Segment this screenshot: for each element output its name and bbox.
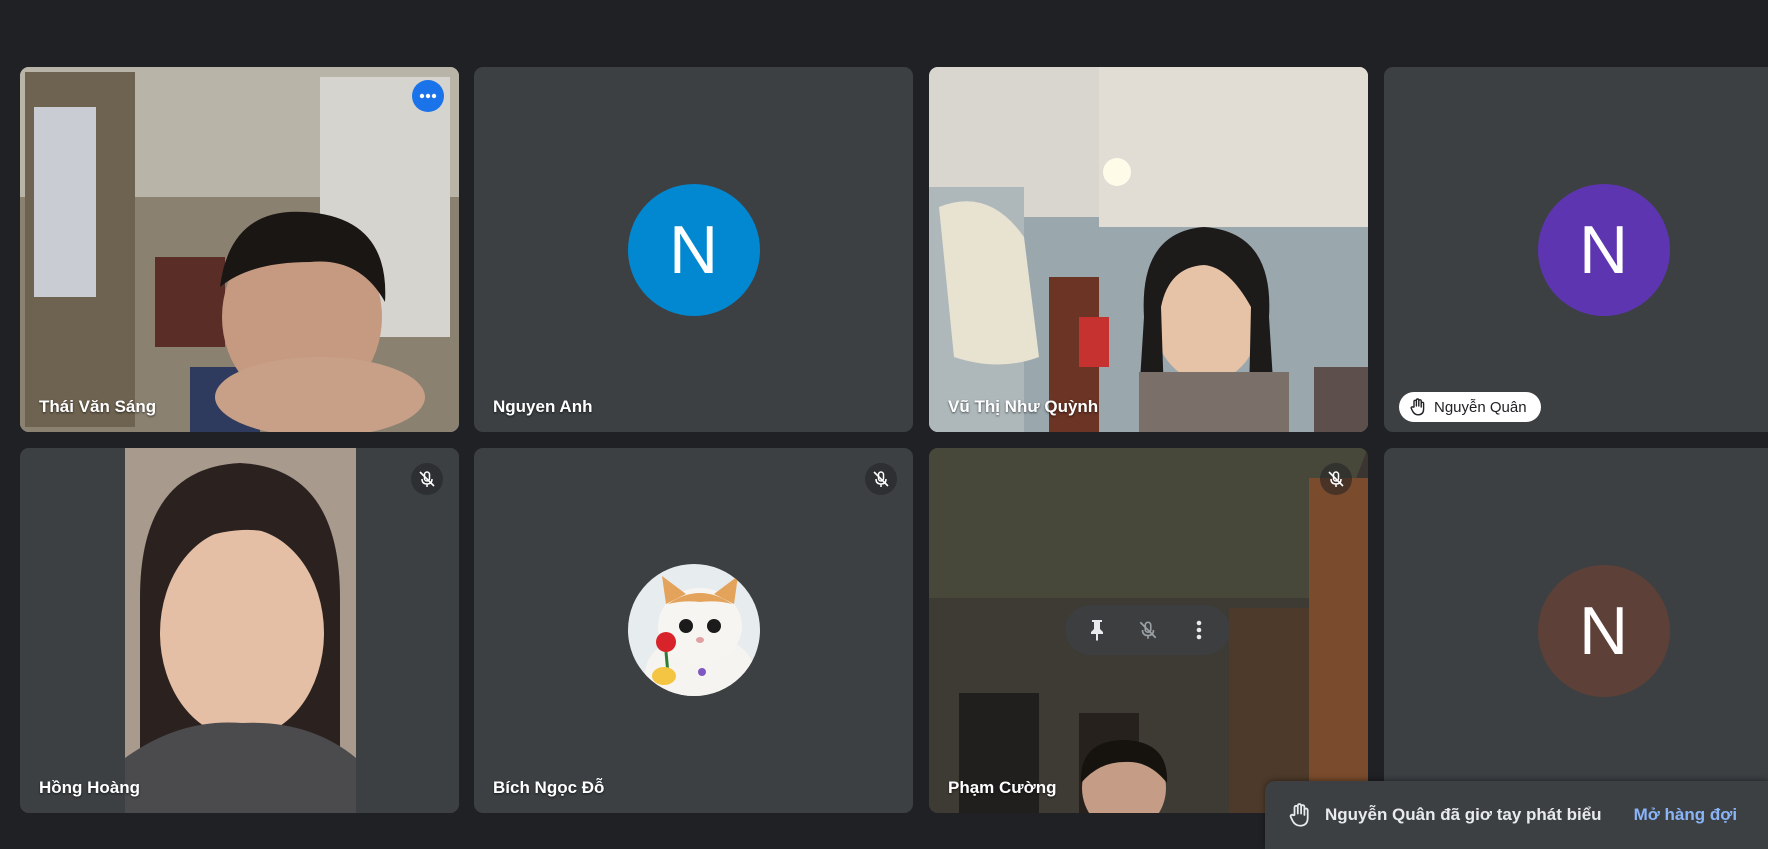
participant-tile-vu-thi-nhu-quynh[interactable]: Vũ Thị Như Quỳnh bbox=[929, 67, 1368, 432]
pin-icon bbox=[1090, 620, 1103, 641]
participant-name: Nguyễn Quân bbox=[1434, 398, 1527, 416]
participant-video bbox=[20, 448, 459, 813]
avatar: N bbox=[627, 183, 760, 316]
participant-name: Thái Văn Sáng bbox=[39, 397, 157, 416]
more-horiz-icon bbox=[419, 93, 437, 99]
participant-tile-nguyen-anh[interactable]: N Nguyen Anh bbox=[474, 67, 913, 432]
muted-indicator bbox=[1320, 463, 1352, 495]
hand-raise-notification: Nguyễn Quân đã giơ tay phát biểu Mở hàng… bbox=[1265, 781, 1768, 849]
participant-video bbox=[929, 67, 1368, 432]
avatar: N bbox=[1537, 183, 1670, 316]
muted-indicator bbox=[411, 463, 443, 495]
participant-name: Hồng Hoàng bbox=[39, 778, 141, 797]
tile-hover-controls bbox=[1065, 605, 1230, 655]
mic-off-icon bbox=[873, 471, 889, 487]
participant-video bbox=[20, 67, 459, 432]
more-vert-icon bbox=[1196, 620, 1201, 640]
mic-off-icon bbox=[419, 471, 435, 487]
participant-tile-bich-ngoc-do[interactable]: Bích Ngọc Đỗ bbox=[474, 448, 913, 813]
notification-text: Nguyễn Quân đã giơ tay phát biểu bbox=[1325, 805, 1602, 824]
participant-tile-nguyen-quan[interactable]: N Nguyễn Quân bbox=[1384, 67, 1768, 432]
mic-off-icon bbox=[1139, 621, 1156, 639]
participant-name: Nguyen Anh bbox=[493, 397, 593, 416]
participant-name: Phạm Cường bbox=[948, 778, 1057, 797]
hand-raised-badge: Nguyễn Quân bbox=[1399, 392, 1541, 422]
participant-name: Bích Ngọc Đỗ bbox=[493, 778, 605, 797]
open-queue-button[interactable]: Mở hàng đợi bbox=[1634, 805, 1738, 825]
profile-photo-avatar bbox=[628, 564, 760, 696]
participant-tile-thai-van-sang[interactable]: Thái Văn Sáng bbox=[20, 67, 459, 432]
more-options-button[interactable] bbox=[1179, 610, 1219, 650]
raised-hand-icon bbox=[1410, 398, 1425, 416]
raised-hand-icon bbox=[1289, 803, 1309, 827]
participant-tile-hong-hoang[interactable]: Hồng Hoàng bbox=[20, 448, 459, 813]
mic-off-icon bbox=[1328, 471, 1344, 487]
mute-participant-button[interactable] bbox=[1128, 610, 1168, 650]
avatar: N bbox=[1537, 564, 1670, 697]
muted-indicator bbox=[865, 463, 897, 495]
more-options-button[interactable] bbox=[412, 80, 444, 112]
participant-tile-8[interactable]: N bbox=[1384, 448, 1768, 813]
participant-tile-pham-cuong[interactable]: Phạm Cường bbox=[929, 448, 1368, 813]
pin-button[interactable] bbox=[1077, 610, 1117, 650]
meeting-stage: Thái Văn Sáng N Nguyen Anh Vũ Thị Như Qu… bbox=[0, 0, 1768, 849]
participant-name: Vũ Thị Như Quỳnh bbox=[948, 397, 1099, 416]
